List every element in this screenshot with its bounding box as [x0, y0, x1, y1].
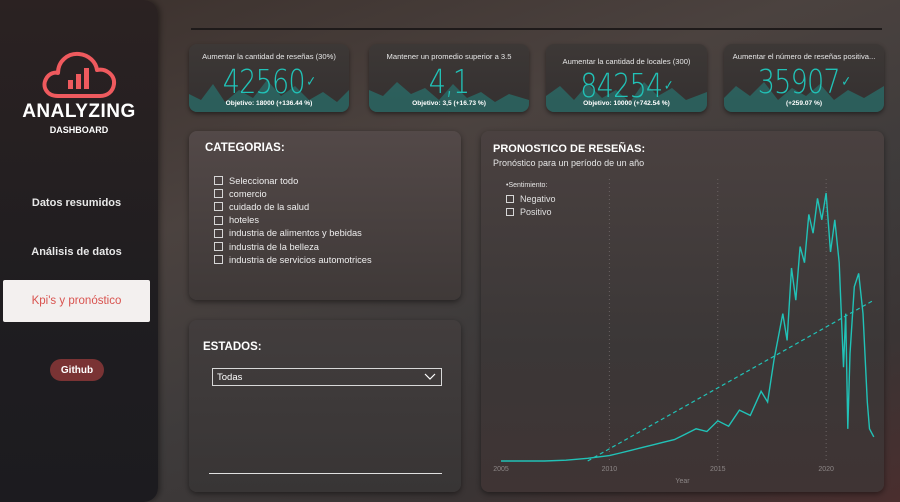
checkbox-icon[interactable] [214, 189, 223, 199]
brand-title: ANALYZING [22, 101, 136, 122]
nav-analisis-de-datos[interactable]: Análisis de datos [3, 231, 150, 273]
checkbox-icon[interactable] [214, 228, 223, 238]
categorias-panel: CATEGORIAS: Seleccionar todo comercio cu… [189, 131, 461, 300]
checkbox-icon[interactable] [214, 242, 223, 252]
category-option[interactable]: comercio [214, 187, 372, 200]
category-option[interactable]: hoteles [214, 214, 372, 227]
estados-panel: ESTADOS: Todas [189, 320, 461, 492]
sidebar: ANALYZING DASHBOARD Datos resumidos Anál… [0, 0, 158, 502]
kpi-value: 35907 ✓ [757, 62, 851, 101]
kpi-card-resenas[interactable]: Aumentar la cantidad de reseñas (30%) 42… [189, 44, 349, 112]
kpi-value: 4,1 [428, 62, 470, 101]
chevron-down-icon [424, 373, 436, 380]
nav-label: Datos resumidos [31, 197, 122, 209]
x-tick-label: 2015 [710, 466, 726, 473]
checkbox-icon[interactable] [214, 202, 223, 212]
kpi-title: Aumentar la cantidad de reseñas (30%) [202, 52, 336, 61]
check-icon: ✓ [841, 74, 851, 90]
category-option[interactable]: industria de la belleza [214, 240, 372, 253]
nav-kpis-pronostico[interactable]: Kpi's y pronóstico [3, 280, 150, 322]
category-option[interactable]: industria de alimentos y bebidas [214, 227, 372, 240]
kpi-card-locales[interactable]: Aumentar la cantidad de locales (300) 84… [546, 44, 707, 112]
forecast-panel: PRONOSTICO DE RESEÑAS: Pronóstico para u… [481, 131, 884, 492]
categorias-title: CATEGORIAS: [205, 142, 285, 154]
kpi-goal: Objetivo: 3,5 (+16.73 %) [412, 100, 486, 107]
checkbox-icon[interactable] [214, 215, 223, 225]
x-tick-label: 2010 [602, 466, 618, 473]
x-tick-label: 2020 [818, 466, 834, 473]
kpi-card-promedio[interactable]: Mantener un promedio superior a 3.5 4,1 … [369, 44, 529, 112]
header-divider [191, 28, 882, 30]
category-option[interactable]: cuidado de la salud [214, 200, 372, 213]
nav-datos-resumidos[interactable]: Datos resumidos [3, 182, 150, 224]
brand-subtitle: DASHBOARD [49, 125, 109, 135]
kpi-value: 42560 ✓ [222, 62, 316, 101]
kpi-title: Mantener un promedio superior a 3.5 [386, 52, 512, 61]
x-tick-label: 2005 [493, 466, 509, 473]
checkbox-icon[interactable] [214, 255, 223, 265]
divider [209, 473, 442, 474]
estados-title: ESTADOS: [203, 341, 262, 353]
x-axis-label: Year [675, 478, 690, 485]
forecast-line-chart: 2005 2010 2015 2020 Year [493, 179, 875, 485]
check-icon: ✓ [663, 78, 674, 94]
github-button[interactable]: Github [50, 359, 104, 381]
checkbox-icon[interactable] [214, 176, 223, 186]
kpi-title: Aumentar la cantidad de locales (300) [562, 57, 691, 66]
category-option[interactable]: industria de servicios automotrices [214, 253, 372, 266]
estados-dropdown[interactable]: Todas [212, 368, 442, 386]
trend-line [587, 299, 875, 462]
estados-selected: Todas [217, 371, 243, 383]
cloud-chart-logo-icon [42, 51, 117, 98]
nav-label: Análisis de datos [31, 246, 122, 258]
reviews-series-line [501, 192, 875, 462]
category-option[interactable]: Seleccionar todo [214, 174, 372, 187]
kpi-title: Aumentar el número de reseñas positiva..… [732, 52, 876, 61]
check-icon: ✓ [306, 74, 316, 90]
kpi-goal: Objetivo: 10000 (+742.54 %) [583, 100, 670, 107]
categorias-list: Seleccionar todo comercio cuidado de la … [214, 174, 372, 266]
kpi-goal: (+259.07 %) [785, 100, 823, 107]
nav-label: Kpi's y pronóstico [31, 295, 122, 307]
kpi-goal: Objetivo: 18000 (+136.44 %) [225, 100, 313, 107]
kpi-card-positivas[interactable]: Aumentar el número de reseñas positiva..… [724, 44, 884, 112]
